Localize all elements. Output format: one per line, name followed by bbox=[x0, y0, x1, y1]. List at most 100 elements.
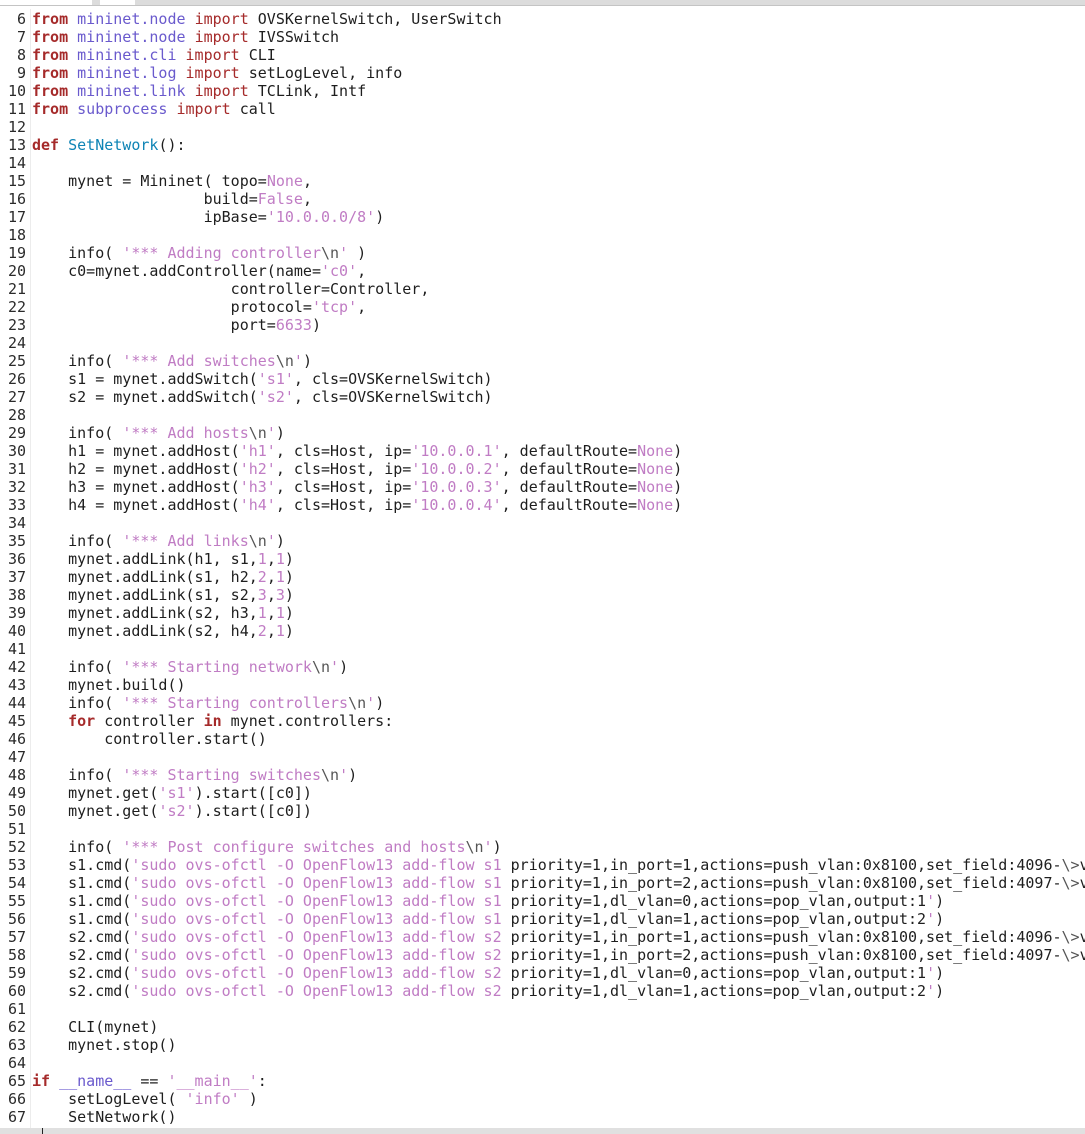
code-token: mininet.log bbox=[77, 64, 177, 82]
code-token: CLI(mynet) bbox=[32, 1018, 159, 1036]
code-line[interactable]: 30 h1 = mynet.addHost('h1', cls=Host, ip… bbox=[0, 442, 1085, 460]
code-line[interactable]: 24 bbox=[0, 334, 1085, 352]
code-line[interactable]: 32 h3 = mynet.addHost('h3', cls=Host, ip… bbox=[0, 478, 1085, 496]
code-line[interactable]: 9 from mininet.log import setLogLevel, in… bbox=[0, 64, 1085, 82]
code-line[interactable]: 60 s2.cmd('sudo ovs-ofctl -O OpenFlow13 … bbox=[0, 982, 1085, 1000]
code-line[interactable]: 62 CLI(mynet) bbox=[0, 1018, 1085, 1036]
line-text: s2.cmd('sudo ovs-ofctl -O OpenFlow13 add… bbox=[26, 964, 944, 982]
code-line[interactable]: 34 bbox=[0, 514, 1085, 532]
code-line[interactable]: 31 h2 = mynet.addHost('h2', cls=Host, ip… bbox=[0, 460, 1085, 478]
code-line[interactable]: 58 s2.cmd('sudo ovs-ofctl -O OpenFlow13 … bbox=[0, 946, 1085, 964]
code-line[interactable]: 25 info( '*** Add switches\n') bbox=[0, 352, 1085, 370]
code-token: for bbox=[68, 712, 96, 730]
code-line[interactable]: 21 controller=Controller, bbox=[0, 280, 1085, 298]
code-line[interactable]: 43 mynet.build() bbox=[0, 676, 1085, 694]
code-token: ).start([c0]) bbox=[194, 784, 312, 802]
code-token: info( bbox=[32, 532, 123, 550]
code-token: 'info' bbox=[185, 1090, 240, 1108]
code-line[interactable]: 56 s1.cmd('sudo ovs-ofctl -O OpenFlow13 … bbox=[0, 910, 1085, 928]
code-token: 's1' bbox=[257, 370, 294, 388]
code-line[interactable]: 11 from subprocess import call bbox=[0, 100, 1085, 118]
code-line[interactable]: 51 bbox=[0, 820, 1085, 838]
code-line[interactable]: 55 s1.cmd('sudo ovs-ofctl -O OpenFlow13 … bbox=[0, 892, 1085, 910]
line-text: mynet.addLink(s2, h4,2,1) bbox=[26, 622, 294, 640]
code-line[interactable]: 26 s1 = mynet.addSwitch('s1', cls=OVSKer… bbox=[0, 370, 1085, 388]
code-line[interactable]: 15 mynet = Mininet( topo=None, bbox=[0, 172, 1085, 190]
code-token: def bbox=[32, 136, 60, 154]
code-token: '__main__' bbox=[167, 1072, 258, 1090]
code-line[interactable]: 63 mynet.stop() bbox=[0, 1036, 1085, 1054]
code-line[interactable]: 66 setLogLevel( 'info' ) bbox=[0, 1090, 1085, 1108]
code-line[interactable]: 41 bbox=[0, 640, 1085, 658]
code-token: , bbox=[357, 298, 367, 316]
line-number: 7 bbox=[16, 28, 26, 46]
code-token: ) bbox=[935, 964, 945, 982]
code-line[interactable]: 47 bbox=[0, 748, 1085, 766]
code-editor[interactable]: 6 from mininet.node import OVSKernelSwitc… bbox=[0, 0, 1085, 1134]
code-line[interactable]: 52 info( '*** Post configure switches an… bbox=[0, 838, 1085, 856]
code-token: import bbox=[185, 46, 240, 64]
code-line[interactable]: 18 bbox=[0, 226, 1085, 244]
line-text bbox=[26, 820, 32, 838]
code-token: ' bbox=[926, 910, 936, 928]
line-text: mynet.addLink(h1, s1,1,1) bbox=[26, 550, 294, 568]
code-line[interactable]: 49 mynet.get('s1').start([c0]) bbox=[0, 784, 1085, 802]
code-token: info( bbox=[32, 424, 123, 442]
code-line[interactable]: 38 mynet.addLink(s1, s2,3,3) bbox=[0, 586, 1085, 604]
code-line[interactable]: 45 for controller in mynet.controllers: bbox=[0, 712, 1085, 730]
code-token: __name__ bbox=[59, 1072, 132, 1090]
code-line[interactable]: 23 port=6633) bbox=[0, 316, 1085, 334]
code-line[interactable]: 53 s1.cmd('sudo ovs-ofctl -O OpenFlow13 … bbox=[0, 856, 1085, 874]
code-token: mynet.addLink(s2, h4, bbox=[32, 622, 258, 640]
code-line[interactable]: 14 bbox=[0, 154, 1085, 172]
line-number: 48 bbox=[7, 766, 26, 784]
code-line[interactable]: 61 bbox=[0, 1000, 1085, 1018]
code-token: 'sudo ovs-ofctl -O OpenFlow13 add-flow s… bbox=[131, 856, 511, 874]
code-line[interactable]: 65 if __name__ == '__main__': bbox=[0, 1072, 1085, 1090]
code-line[interactable]: 8 from mininet.cli import CLI bbox=[0, 46, 1085, 64]
code-line[interactable]: 35 info( '*** Add links\n') bbox=[0, 532, 1085, 550]
code-line[interactable]: 48 info( '*** Starting switches\n') bbox=[0, 766, 1085, 784]
code-line[interactable]: 19 info( '*** Adding controller\n' ) bbox=[0, 244, 1085, 262]
code-token: s2.cmd( bbox=[32, 982, 132, 1000]
code-token: ' bbox=[266, 532, 276, 550]
code-line[interactable]: 37 mynet.addLink(s1, h2,2,1) bbox=[0, 568, 1085, 586]
code-line[interactable]: 40 mynet.addLink(s2, h4,2,1) bbox=[0, 622, 1085, 640]
code-line[interactable]: 46 controller.start() bbox=[0, 730, 1085, 748]
code-line[interactable]: 20 c0=mynet.addController(name='c0', bbox=[0, 262, 1085, 280]
code-line[interactable]: 7 from mininet.node import IVSSwitch bbox=[0, 28, 1085, 46]
code-line[interactable]: 67 SetNetwork() bbox=[0, 1108, 1085, 1126]
code-line[interactable]: 6 from mininet.node import OVSKernelSwitc… bbox=[0, 10, 1085, 28]
code-line[interactable]: 36 mynet.addLink(h1, s1,1,1) bbox=[0, 550, 1085, 568]
code-line[interactable]: 44 info( '*** Starting controllers\n') bbox=[0, 694, 1085, 712]
code-area[interactable]: 6 from mininet.node import OVSKernelSwitc… bbox=[0, 10, 1085, 1126]
code-token: ) bbox=[284, 550, 294, 568]
editor-bottom-strip bbox=[0, 1128, 1085, 1134]
code-line[interactable]: 27 s2 = mynet.addSwitch('s2', cls=OVSKer… bbox=[0, 388, 1085, 406]
code-line[interactable]: 59 s2.cmd('sudo ovs-ofctl -O OpenFlow13 … bbox=[0, 964, 1085, 982]
code-token: info( bbox=[32, 658, 123, 676]
code-line[interactable]: 22 protocol='tcp', bbox=[0, 298, 1085, 316]
code-line[interactable]: 54 s1.cmd('sudo ovs-ofctl -O OpenFlow13 … bbox=[0, 874, 1085, 892]
code-token: priority=1,dl_vlan=1,actions=pop_vlan,ou… bbox=[510, 910, 927, 928]
code-line[interactable]: 13 def SetNetwork(): bbox=[0, 136, 1085, 154]
code-line[interactable]: 39 mynet.addLink(s2, h3,1,1) bbox=[0, 604, 1085, 622]
code-token: mininet.link bbox=[77, 82, 186, 100]
code-token: ) bbox=[673, 496, 683, 514]
code-line[interactable]: 64 bbox=[0, 1054, 1085, 1072]
code-line[interactable]: 28 bbox=[0, 406, 1085, 424]
line-number: 16 bbox=[7, 190, 26, 208]
code-line[interactable]: 10 from mininet.link import TCLink, Intf bbox=[0, 82, 1085, 100]
code-line[interactable]: 50 mynet.get('s2').start([c0]) bbox=[0, 802, 1085, 820]
code-line[interactable]: 12 bbox=[0, 118, 1085, 136]
code-line[interactable]: 16 build=False, bbox=[0, 190, 1085, 208]
code-line[interactable]: 17 ipBase='10.0.0.0/8') bbox=[0, 208, 1085, 226]
code-token: subprocess bbox=[77, 100, 168, 118]
code-line[interactable]: 42 info( '*** Starting network\n') bbox=[0, 658, 1085, 676]
code-line[interactable]: 29 info( '*** Add hosts\n') bbox=[0, 424, 1085, 442]
code-line[interactable]: 57 s2.cmd('sudo ovs-ofctl -O OpenFlow13 … bbox=[0, 928, 1085, 946]
code-line[interactable]: 33 h4 = mynet.addHost('h4', cls=Host, ip… bbox=[0, 496, 1085, 514]
code-token: s1 = mynet.addSwitch( bbox=[32, 370, 258, 388]
line-number: 19 bbox=[7, 244, 26, 262]
